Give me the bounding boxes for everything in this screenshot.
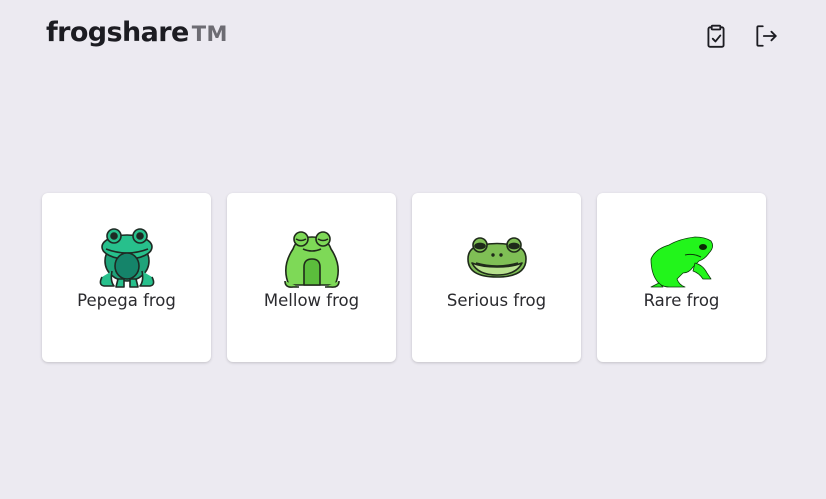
- brand-logo[interactable]: frogshare TM: [46, 17, 228, 57]
- clipboard-button[interactable]: [702, 22, 730, 50]
- app-root: frogshare TM Pepega frog Mellow frog Ser…: [0, 0, 826, 499]
- frog-card-label: Serious frog: [446, 291, 547, 310]
- logout-icon: [756, 25, 777, 47]
- rare-frog-icon: [649, 227, 715, 289]
- frog-card-label: Mellow frog: [263, 291, 360, 310]
- brand-name: frogshare: [46, 17, 189, 48]
- header-actions: [702, 22, 780, 50]
- mellow-frog-icon: [279, 227, 345, 289]
- pepega-frog-icon: [94, 227, 160, 289]
- frog-card-serious[interactable]: Serious frog: [412, 193, 581, 362]
- brand-trademark: TM: [191, 22, 228, 46]
- frog-card-label: Rare frog: [643, 291, 720, 310]
- clipboard-check-icon: [707, 24, 725, 48]
- logout-button[interactable]: [752, 22, 780, 50]
- serious-frog-icon: [464, 227, 530, 289]
- frog-card-rare[interactable]: Rare frog: [597, 193, 766, 362]
- frog-card-pepega[interactable]: Pepega frog: [42, 193, 211, 362]
- frog-card-mellow[interactable]: Mellow frog: [227, 193, 396, 362]
- frog-card-label: Pepega frog: [77, 291, 176, 310]
- frog-card-grid: Pepega frog Mellow frog Serious frog Rar…: [42, 193, 766, 362]
